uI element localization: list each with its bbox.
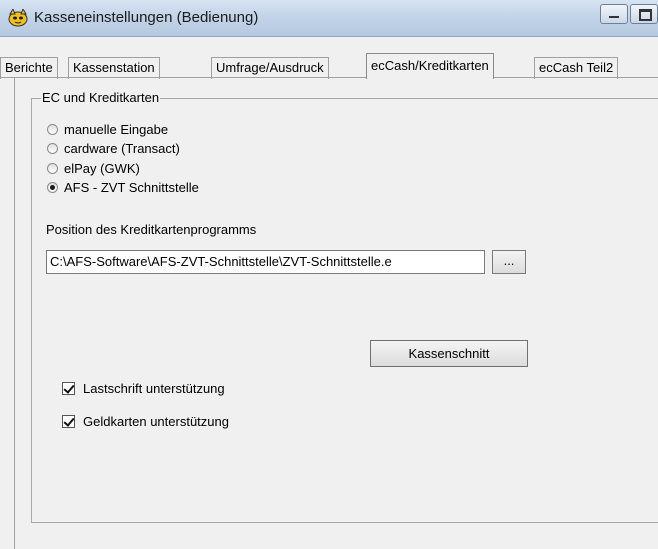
tab-berichte[interactable]: Berichte — [0, 57, 58, 79]
radio-label: AFS - ZVT Schnittstelle — [64, 180, 199, 195]
path-label: Position des Kreditkartenprogramms — [46, 222, 257, 237]
checkbox-checked-icon[interactable] — [62, 382, 75, 395]
browse-button[interactable]: ... — [492, 250, 526, 274]
maximize-button[interactable] — [630, 4, 658, 24]
checkbox-label: Geldkarten unterstützung — [83, 414, 229, 429]
tab-kassenstation[interactable]: Kassenstation — [68, 57, 160, 79]
radio-label: manuelle Eingabe — [64, 122, 169, 137]
radio-button-icon[interactable] — [47, 143, 58, 154]
group-title: EC und Kreditkarten — [41, 90, 161, 105]
minimize-button[interactable] — [600, 4, 628, 24]
radio-cardware[interactable]: cardware (Transact) — [47, 140, 180, 157]
radio-button-icon[interactable] — [47, 163, 58, 174]
tab-bar: Berichte Kassenstation Umfrage/Ausdruck … — [0, 53, 658, 79]
radio-label: elPay (GWK) — [64, 161, 140, 176]
checkbox-label: Lastschrift unterstützung — [83, 381, 225, 396]
title-bar: Kasseneinstellungen (Bedienung) — [0, 0, 658, 37]
window-controls — [598, 4, 658, 28]
cat-app-icon — [8, 9, 28, 27]
panel-border — [14, 78, 15, 549]
radio-button-icon[interactable] — [47, 124, 58, 135]
tab-divider — [0, 77, 658, 78]
checkbox-lastschrift[interactable]: Lastschrift unterstützung — [62, 380, 225, 397]
radio-label: cardware (Transact) — [64, 141, 180, 156]
radio-afs-zvt[interactable]: AFS - ZVT Schnittstelle — [47, 179, 199, 196]
tab-umfrage-ausdruck[interactable]: Umfrage/Ausdruck — [211, 57, 329, 79]
radio-manuelle-eingabe[interactable]: manuelle Eingabe — [47, 121, 168, 138]
tab-eccash-kreditkarten[interactable]: ecCash/Kreditkarten — [366, 53, 494, 79]
checkbox-checked-icon[interactable] — [62, 415, 75, 428]
window-title: Kasseneinstellungen (Bedienung) — [34, 9, 259, 26]
tab-eccash-teil2[interactable]: ecCash Teil2 — [534, 57, 619, 79]
radio-elpay[interactable]: elPay (GWK) — [47, 160, 140, 177]
radio-button-selected-icon[interactable] — [47, 182, 58, 193]
kassenschnitt-button[interactable]: Kassenschnitt — [370, 340, 528, 367]
checkbox-geldkarten[interactable]: Geldkarten unterstützung — [62, 413, 229, 430]
credit-card-program-path-input[interactable]: C:\AFS-Software\AFS-ZVT-Schnittstelle\ZV… — [46, 250, 485, 274]
